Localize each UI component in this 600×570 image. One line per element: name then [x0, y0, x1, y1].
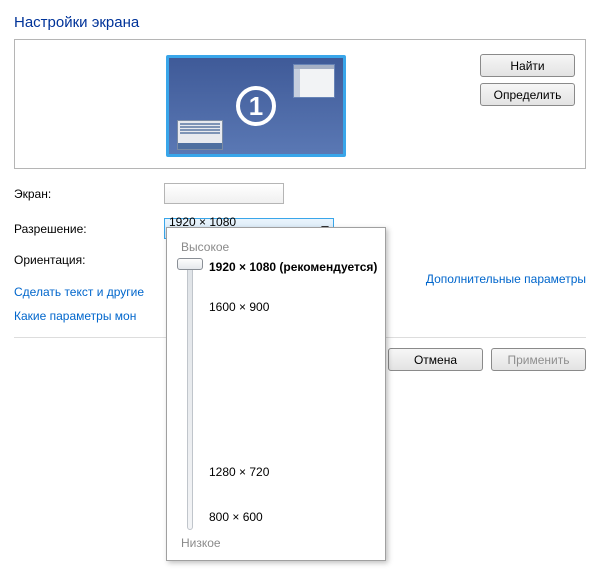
- resolution-slider-thumb[interactable]: [177, 258, 203, 270]
- high-label: Высокое: [181, 240, 371, 254]
- page-title: Настройки экрана: [14, 14, 586, 31]
- screen-select[interactable]: [164, 183, 284, 204]
- low-label: Низкое: [181, 536, 371, 550]
- preview-window-icon: [293, 64, 335, 98]
- resolution-options: 1920 × 1080 (рекомендуется)1600 × 900128…: [209, 260, 371, 530]
- resolution-option[interactable]: 1280 × 720: [209, 465, 269, 479]
- preview-taskbar-icon: [177, 120, 223, 150]
- orientation-label: Ориентация:: [14, 253, 164, 267]
- identify-button[interactable]: Определить: [480, 83, 575, 106]
- monitor-1[interactable]: 1: [166, 55, 346, 157]
- resolution-slider-track[interactable]: [181, 260, 199, 530]
- find-button[interactable]: Найти: [480, 54, 575, 77]
- resolution-option[interactable]: 1920 × 1080 (рекомендуется): [209, 260, 377, 274]
- monitor-preview-box: 1 Найти Определить: [14, 39, 586, 169]
- cancel-button[interactable]: Отмена: [388, 348, 483, 371]
- monitor-number: 1: [236, 86, 276, 126]
- additional-params-link[interactable]: Дополнительные параметры: [426, 272, 586, 286]
- resolution-label: Разрешение:: [14, 222, 164, 236]
- resolution-option[interactable]: 1600 × 900: [209, 300, 269, 314]
- resolution-option[interactable]: 800 × 600: [209, 510, 263, 524]
- screen-label: Экран:: [14, 187, 164, 201]
- resolution-popup: Высокое 1920 × 1080 (рекомендуется)1600 …: [166, 227, 386, 561]
- apply-button[interactable]: Применить: [491, 348, 586, 371]
